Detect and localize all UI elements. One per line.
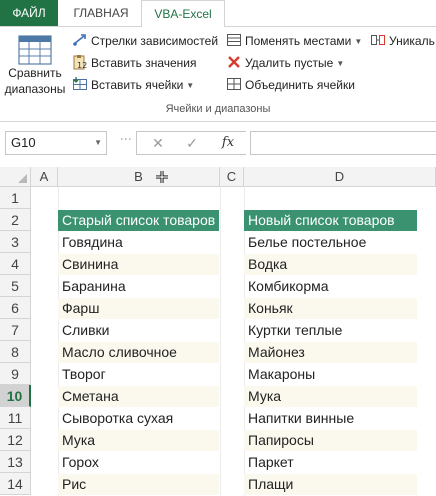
row-header-8[interactable]: 8 <box>0 341 31 363</box>
insert-cells-button[interactable]: Вставить ячейки ▼ <box>72 75 194 95</box>
insert-cells-label: Вставить ячейки <box>91 78 184 92</box>
delete-empty-icon <box>228 56 240 68</box>
dependency-arrows-button[interactable]: Стрелки зависимостей <box>72 31 218 51</box>
cancel-icon[interactable]: ✕ <box>143 132 173 154</box>
row-header-6[interactable]: 6 <box>0 297 31 319</box>
merge-cells-icon <box>227 78 241 90</box>
new-list-item[interactable]: Напитки винные <box>244 408 417 429</box>
name-box[interactable]: G10 ▼ <box>5 131 107 155</box>
delete-empty-button[interactable]: Удалить пустые ▼ <box>226 53 344 73</box>
swap-button[interactable]: Поменять местами ▼ <box>226 31 362 51</box>
worksheet: A B C D 1 2 3 4 5 6 7 8 9 10 11 12 13 14 Старый списо… <box>0 167 436 496</box>
old-list-item[interactable]: Сметана <box>58 386 219 407</box>
new-list-item[interactable]: Папиросы <box>244 430 417 451</box>
new-list-item[interactable]: Водка <box>244 254 417 275</box>
compare-ranges-label-1: Сравнить <box>8 66 62 80</box>
unique-icon <box>371 35 385 45</box>
row-header-7[interactable]: 7 <box>0 319 31 341</box>
compare-ranges-button[interactable]: Сравнить диапазоны <box>4 33 66 99</box>
old-list-item[interactable]: Сыворотка сухая <box>58 408 219 429</box>
merge-cells-label: Объединить ячейки <box>245 78 355 92</box>
arrows-icon <box>73 34 86 46</box>
row-header-1[interactable]: 1 <box>0 187 31 209</box>
old-list-item[interactable]: Баранина <box>58 276 219 297</box>
chevron-down-icon[interactable]: ▼ <box>94 132 102 154</box>
new-list-header[interactable]: Новый список товаров <box>244 210 417 231</box>
row-header-4[interactable]: 4 <box>0 253 31 275</box>
old-list-item[interactable]: Говядина <box>58 232 219 253</box>
enter-icon[interactable]: ✓ <box>177 132 207 154</box>
swap-label: Поменять местами <box>245 34 352 48</box>
dependency-arrows-label: Стрелки зависимостей <box>91 34 219 48</box>
new-list-item[interactable]: Комбикорма <box>244 276 417 297</box>
paste-values-icon: 12 <box>73 55 87 70</box>
row-header-12[interactable]: 12 <box>0 429 31 451</box>
compare-ranges-icon <box>18 35 52 65</box>
column-header-c[interactable]: C <box>220 167 244 187</box>
new-list-item[interactable]: Коньяк <box>244 298 417 319</box>
new-list-item[interactable]: Макароны <box>244 364 417 385</box>
old-list-item[interactable]: Сливки <box>58 320 219 341</box>
formula-bar-buttons: ✕ ✓ fx <box>136 131 246 155</box>
insert-cells-icon <box>73 77 87 90</box>
move-cursor-icon <box>156 171 168 183</box>
column-header-d[interactable]: D <box>244 167 436 187</box>
select-all-corner[interactable] <box>0 167 31 187</box>
formula-input[interactable] <box>250 131 436 155</box>
tab-vba-excel[interactable]: VBA-Excel <box>141 0 225 28</box>
old-list-item[interactable]: Горох <box>58 452 219 473</box>
ribbon-panel: Сравнить диапазоны Стрелки зависимостей … <box>0 27 436 122</box>
row-header-11[interactable]: 11 <box>0 407 31 429</box>
new-list-item[interactable]: Плащи <box>244 474 417 495</box>
old-list-item[interactable]: Свинина <box>58 254 219 275</box>
paste-values-button[interactable]: 12 Вставить значения <box>72 53 197 73</box>
formula-bar-splitter[interactable]: ⋮ <box>119 133 133 144</box>
old-list-item[interactable]: Фарш <box>58 298 219 319</box>
row-header-14[interactable]: 14 <box>0 473 31 495</box>
paste-values-label: Вставить значения <box>91 56 197 70</box>
new-list-item[interactable]: Майонез <box>244 342 417 363</box>
old-list-header[interactable]: Старый список товаров <box>58 210 219 231</box>
insert-function-button[interactable]: fx <box>213 132 243 154</box>
ribbon-group-label: Ячейки и диапазоны <box>165 103 271 115</box>
new-list-item[interactable]: Белье постельное <box>244 232 417 253</box>
new-list-item[interactable]: Мука <box>244 386 417 407</box>
row-header-2[interactable]: 2 <box>0 209 31 231</box>
delete-empty-label: Удалить пустые <box>245 56 334 70</box>
row-header-5[interactable]: 5 <box>0 275 31 297</box>
formula-bar-area: G10 ▼ ⋮ ✕ ✓ fx <box>0 123 436 167</box>
chevron-down-icon: ▼ <box>354 37 363 46</box>
row-header-13[interactable]: 13 <box>0 451 31 473</box>
tab-home[interactable]: ГЛАВНАЯ <box>64 0 138 27</box>
chevron-down-icon: ▼ <box>186 81 195 90</box>
svg-text:12: 12 <box>77 61 87 70</box>
column-header-a[interactable]: A <box>31 167 58 187</box>
old-list-item[interactable]: Рис <box>58 474 219 495</box>
ribbon-tabbar: ФАЙЛ ГЛАВНАЯ VBA-Excel <box>0 0 436 28</box>
row-header-10[interactable]: 10 <box>0 385 31 407</box>
new-list-item[interactable]: Куртки теплые <box>244 320 417 341</box>
chevron-down-icon: ▼ <box>336 59 345 68</box>
unique-label: Уникаль <box>389 34 435 48</box>
row-header-3[interactable]: 3 <box>0 231 31 253</box>
old-list-item[interactable]: Мука <box>58 430 219 451</box>
compare-ranges-label-2: диапазоны <box>4 82 66 96</box>
name-box-value: G10 <box>11 135 36 150</box>
old-list-item[interactable]: Масло сливочное <box>58 342 219 363</box>
unique-button[interactable]: Уникаль <box>370 31 435 51</box>
tab-file[interactable]: ФАЙЛ <box>0 0 58 27</box>
column-header-b[interactable]: B <box>58 167 220 187</box>
row-header-9[interactable]: 9 <box>0 363 31 385</box>
new-list-item[interactable]: Паркет <box>244 452 417 473</box>
old-list-item[interactable]: Творог <box>58 364 219 385</box>
merge-cells-button[interactable]: Объединить ячейки <box>226 75 355 95</box>
swap-icon <box>227 34 241 46</box>
